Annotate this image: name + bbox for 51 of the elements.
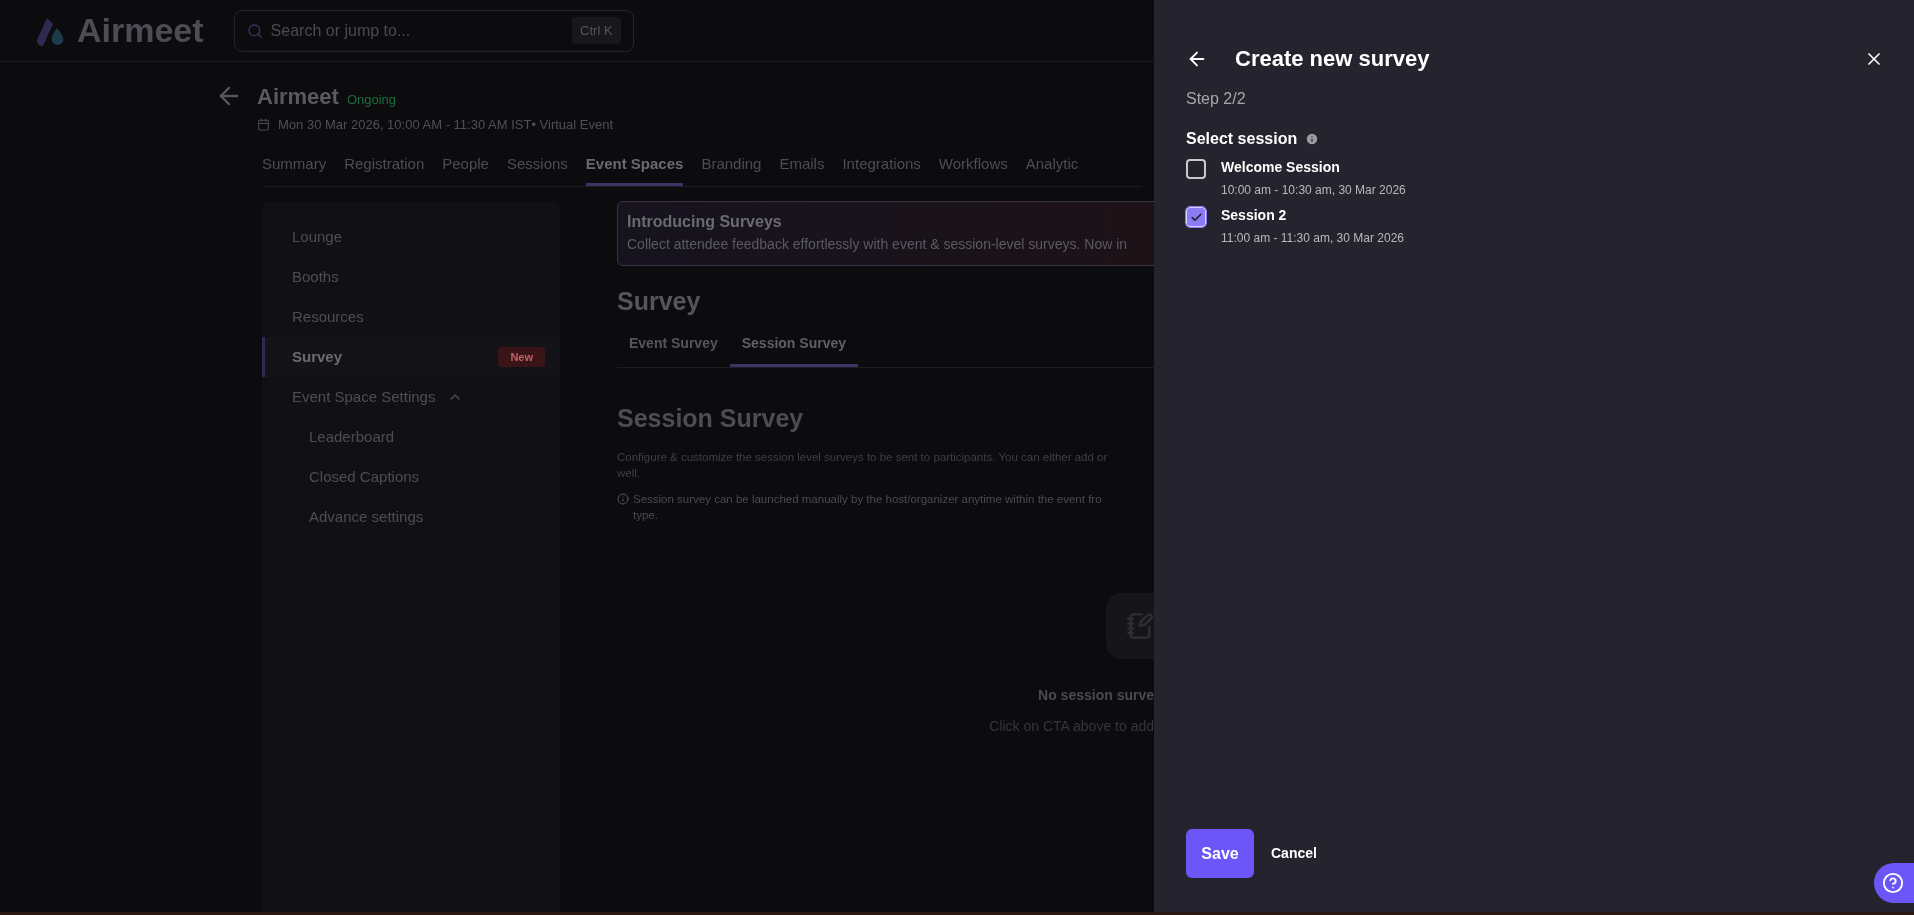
nav-tab[interactable]: Summary [262,152,327,186]
status-label: Ongoing [346,91,397,109]
search-field[interactable]: Search or jump to... Ctrl K [233,9,634,52]
sidebar-item[interactable]: Lounge [262,217,560,257]
event-title: Airmeet [257,83,339,111]
session-name: Welcome Session [1221,158,1341,177]
sidebar-item[interactable]: Event Space Settings [262,377,560,417]
help-icon [1882,872,1904,894]
survey-tab[interactable]: Session Survey [729,332,858,367]
select-session-label: Select session [1186,129,1298,149]
nav-tab[interactable]: Analytic [1025,152,1079,186]
nav-tab[interactable]: Registration [344,152,425,186]
section-title: Session Survey [617,402,805,434]
info-icon [617,493,629,505]
session-checkbox[interactable] [1186,207,1206,227]
session-checkbox[interactable] [1186,159,1206,179]
cancel-button[interactable]: Cancel [1271,843,1317,864]
nav-tab[interactable]: People [442,152,489,186]
nav-tab[interactable]: Emails [779,152,825,186]
sidebar-item[interactable]: Booths [262,257,560,297]
nav-tab[interactable]: Workflows [938,152,1008,186]
event-datetime: Mon 30 Mar 2026, 10:00 AM - 11:30 AM IST• Virtual Event [278,116,614,134]
help-button[interactable] [1874,863,1914,903]
session-time: 10:00 am - 10:30 am, 30 Mar 2026 [1221,182,1406,199]
new-badge: New [498,346,545,368]
check-icon [1189,210,1203,224]
banner-text: Collect attendee feedback effortlessly with event & session-level surveys. Now in [627,235,1129,254]
empty-state-title: No session surve [1038,686,1154,705]
note-text: Session survey can be launched manually by the host/organizer anytime within the event fro type. [633,492,1102,523]
search-placeholder: Search or jump to... [270,20,412,41]
nav-tab[interactable]: Sessions [506,152,568,186]
nav-tab[interactable]: Event Spaces [585,152,684,186]
calendar-icon [257,118,270,132]
shortcut-badge: Ctrl K [572,16,621,45]
banner-title: Introducing Surveys [627,212,783,232]
sidebar-subitem[interactable]: Closed Captions [262,457,560,497]
search-icon [246,22,263,39]
session-time: 11:00 am - 11:30 am, 30 Mar 2026 [1221,230,1404,247]
sidebar-subitem[interactable]: Advance settings [262,497,560,537]
survey-heading: Survey [617,286,702,317]
nav-tab[interactable]: Branding [701,152,762,186]
info-icon [1305,132,1320,146]
save-button[interactable]: Save [1186,829,1254,878]
session-name: Session 2 [1221,206,1288,225]
survey-tab[interactable]: Event Survey [617,332,730,367]
step-label: Step 2/2 [1186,89,1247,109]
nav-tab[interactable]: Integrations [842,152,921,186]
drawer-title: Create new survey [1235,45,1431,73]
sidebar-subitem[interactable]: Leaderboard [262,417,560,457]
sidebar-item[interactable]: Resources [262,297,560,337]
logo-text: Airmeet [77,10,204,51]
